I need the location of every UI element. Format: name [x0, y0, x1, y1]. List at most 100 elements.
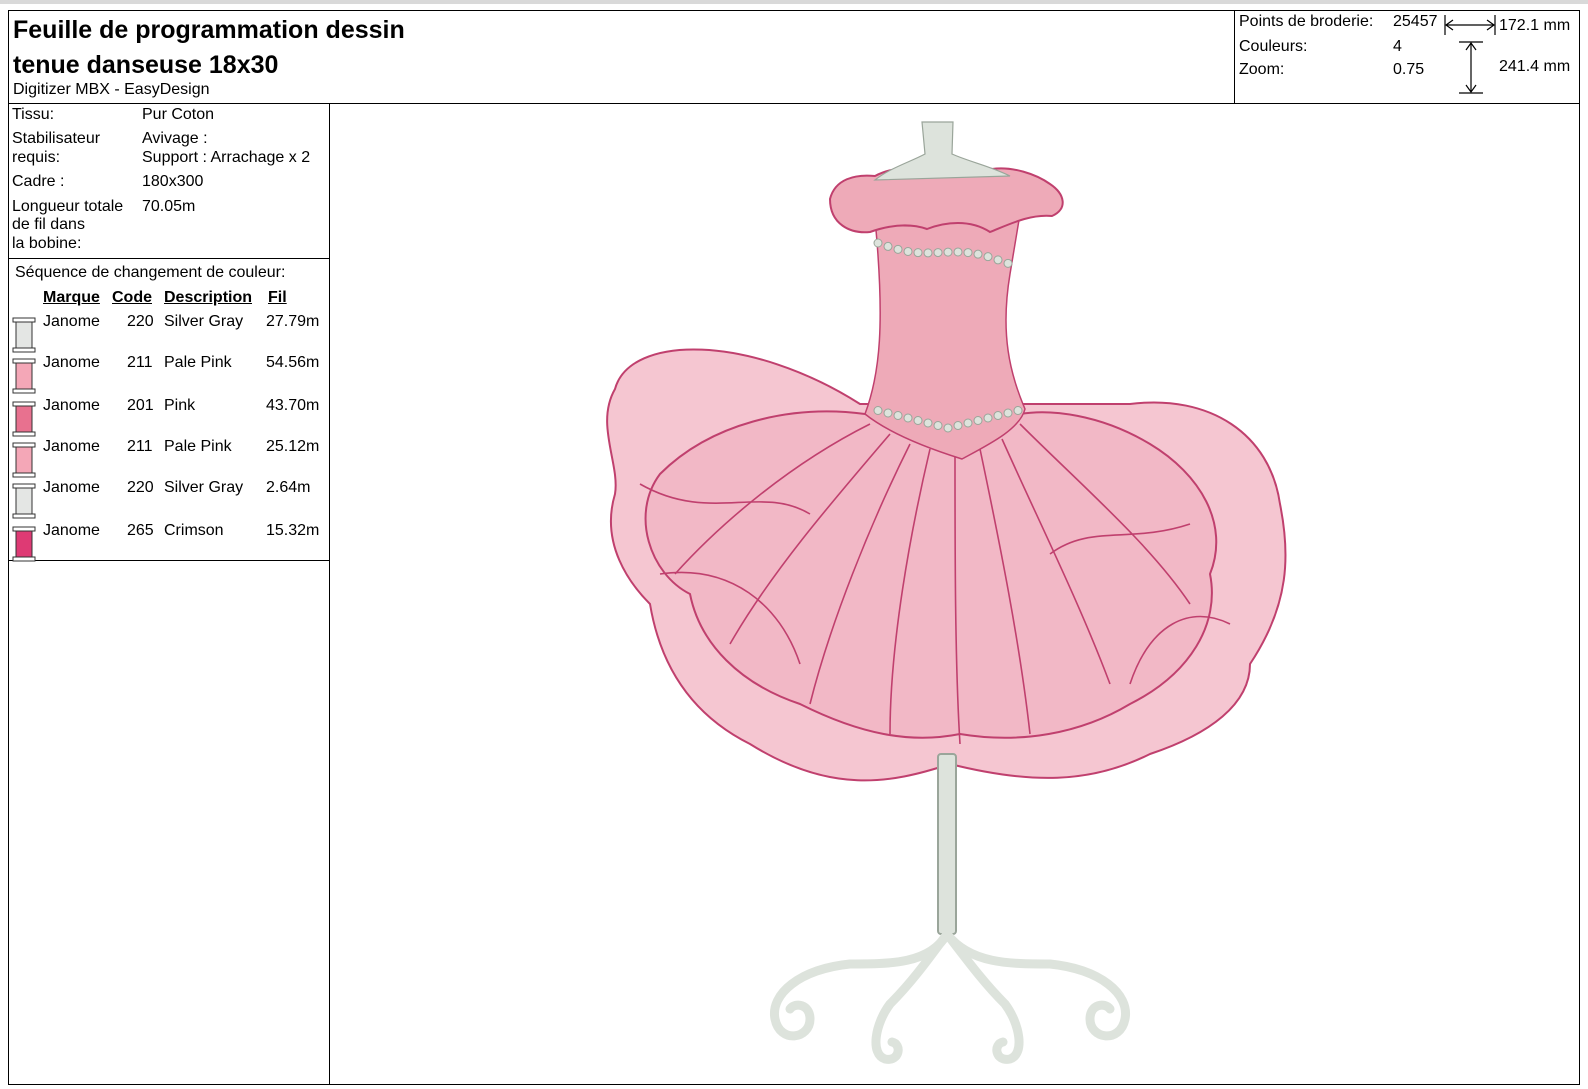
row-description: Pink [164, 397, 196, 414]
color-sequence: Séquence de changement de couleur: Marqu… [9, 259, 329, 562]
design-stats: Points de broderie: 25457 Couleurs: 4 Zo… [1235, 11, 1580, 104]
stitch-count-value: 25457 [1393, 13, 1438, 30]
thread-spool-icon [12, 526, 36, 562]
row-code: 201 [127, 397, 154, 414]
thread-spool-icon [12, 358, 36, 394]
row-description: Silver Gray [164, 479, 244, 496]
pearl [933, 421, 943, 430]
stitch-count-label: Points de broderie: [1239, 13, 1374, 30]
design-height: 241.4 mm [1499, 58, 1571, 75]
row-thread-length: 43.70m [266, 397, 320, 414]
frame-label: Cadre : [12, 173, 65, 190]
thread-spool-icon [12, 483, 36, 519]
pearl [953, 421, 963, 430]
sheet-title-line-1: Feuille de programmation dessin [13, 16, 405, 44]
programming-sheet: Feuille de programmation dessin tenue da… [8, 10, 1580, 1085]
thread-spool-icon [12, 317, 36, 353]
row-brand: Janome [43, 313, 100, 330]
frame-value: 180x300 [142, 173, 204, 190]
window-top-border [0, 0, 1588, 4]
pearl [943, 423, 953, 433]
header-description: Description [164, 289, 253, 306]
color-sequence-row: Janome 220 Silver Gray 27.79m [9, 313, 329, 353]
pearl [993, 255, 1003, 265]
zoom-value: 0.75 [1393, 61, 1425, 78]
row-description: Silver Gray [164, 313, 244, 330]
left-panel: Tissu: Pur Coton Stabilisateur requis: A… [9, 104, 330, 1084]
row-thread-length: 27.79m [266, 313, 320, 330]
tutu-dress-design [606, 121, 1287, 1064]
row-code: 220 [127, 313, 154, 330]
row-code: 211 [127, 354, 153, 371]
thread-length-label-2: de fil dans [12, 216, 85, 233]
row-description: Pale Pink [164, 438, 232, 455]
thread-length-value: 70.05m [142, 198, 196, 215]
color-sequence-row: Janome 201 Pink 43.70m [9, 397, 329, 437]
pearl [973, 249, 983, 259]
pearl [963, 248, 973, 258]
sheet-title-line-2: tenue danseuse 18x30 [13, 51, 279, 79]
row-brand: Janome [43, 354, 100, 371]
thread-spool-icon [12, 442, 36, 478]
row-code: 265 [127, 522, 154, 539]
zoom-label: Zoom: [1239, 61, 1285, 78]
pearl [903, 246, 913, 256]
row-code: 211 [127, 438, 153, 455]
pearl [873, 238, 883, 248]
embroidery-preview [330, 104, 1580, 1084]
pearl [883, 408, 893, 418]
header-thread: Fil [268, 289, 287, 306]
pearl [963, 418, 973, 428]
pearl [1003, 258, 1013, 268]
row-brand: Janome [43, 479, 100, 496]
pearl [913, 416, 923, 425]
design-width: 172.1 mm [1499, 17, 1571, 34]
color-count-value: 4 [1393, 38, 1402, 55]
row-thread-length: 25.12m [266, 438, 320, 455]
pearl [923, 248, 933, 258]
thread-spool-icon [12, 401, 36, 437]
mannequin-neck [873, 121, 1011, 181]
row-thread-length: 15.32m [266, 522, 320, 539]
row-thread-length: 54.56m [266, 354, 320, 371]
stabilizer-label-2: requis: [12, 149, 61, 166]
fabric-info: Tissu: Pur Coton Stabilisateur requis: A… [9, 104, 329, 259]
color-sequence-row: Janome 211 Pale Pink 25.12m [9, 438, 329, 478]
pearl [1013, 406, 1023, 415]
pearl [993, 411, 1003, 420]
thread-length-label-1: Longueur totale [12, 198, 124, 215]
header-brand: Marque [43, 289, 100, 306]
pearl [983, 413, 993, 423]
pearl [1003, 408, 1013, 418]
color-sequence-title: Séquence de changement de couleur: [15, 264, 286, 281]
row-description: Pale Pink [164, 354, 232, 371]
pearl [913, 248, 923, 258]
pearl [983, 252, 993, 262]
row-thread-length: 2.64m [266, 479, 311, 496]
color-sequence-row: Janome 265 Crimson 15.32m [9, 522, 329, 562]
row-brand: Janome [43, 397, 100, 414]
fabric-label: Tissu: [12, 106, 55, 123]
color-sequence-row: Janome 211 Pale Pink 54.56m [9, 354, 329, 394]
header-code: Code [112, 289, 152, 306]
stabilizer-value-2: Support : Arrachage x 2 [142, 149, 311, 166]
pearl [873, 406, 883, 415]
pearl [953, 247, 963, 257]
sheet-header: Feuille de programmation dessin tenue da… [9, 11, 1235, 104]
mannequin-stand [770, 753, 1130, 1064]
color-count-label: Couleurs: [1239, 38, 1308, 55]
stabilizer-label-1: Stabilisateur [12, 130, 101, 147]
row-brand: Janome [43, 438, 100, 455]
color-sequence-row: Janome 220 Silver Gray 2.64m [9, 479, 329, 519]
fabric-value: Pur Coton [142, 106, 215, 123]
pearl [973, 416, 983, 425]
stabilizer-value-1: Avivage : [142, 130, 208, 147]
pearl [883, 241, 893, 251]
row-description: Crimson [164, 522, 224, 539]
pearl [943, 247, 953, 257]
pearl [903, 413, 913, 423]
pearl [933, 248, 943, 258]
row-code: 220 [127, 479, 154, 496]
pearl [893, 244, 903, 254]
software-name: Digitizer MBX - EasyDesign [13, 81, 210, 98]
